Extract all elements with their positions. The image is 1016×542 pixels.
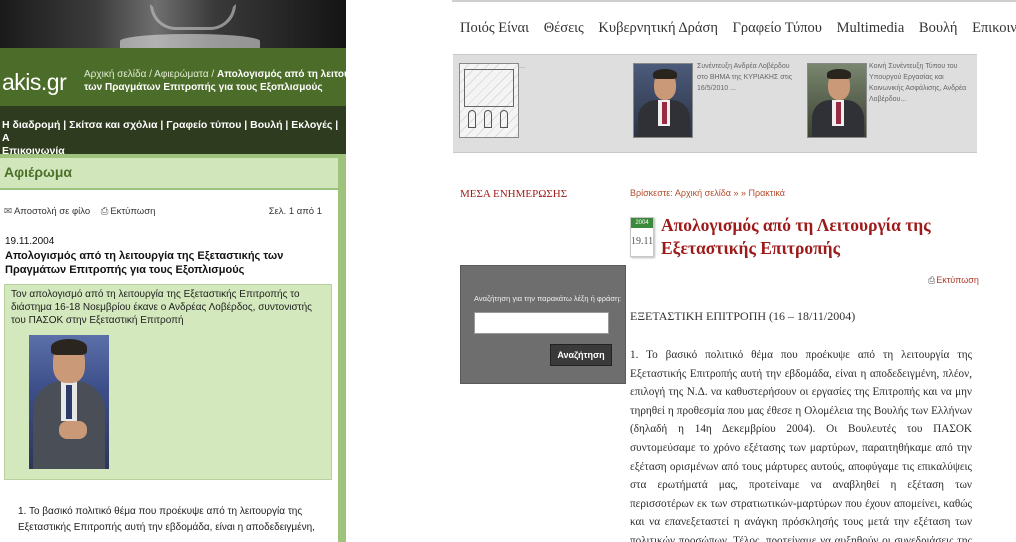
site-logo[interactable]: akis.gr [2,69,67,96]
main-nav: Η διαδρομή | Σκίτσα και σχόλια | Γραφείο… [0,106,346,157]
nav-item-epikoinonia[interactable]: Επικοινωνία [972,20,1016,36]
article-intro: Τον απολογισμό από τη λειτουργία της Εξε… [11,289,312,326]
nav-item-diadromi[interactable]: Η διαδρομή [2,119,60,131]
nav-item-truncated[interactable]: Α [2,132,10,144]
breadcrumb-current-cont: των Πραγμάτων Επιτροπής για τους Εξοπλισ… [84,82,323,93]
print-link[interactable]: ⎙Εκτύπωση [928,275,979,286]
thumbnail-caption[interactable]: Συνέντευξη Ανδρέα Λοβέρδου στο ΒΗΜΑ της … [697,61,797,94]
calendar-icon: 2004 19.11 [630,217,654,257]
calendar-year: 2004 [631,218,653,228]
print-link[interactable]: Εκτύπωση [110,206,155,217]
search-input[interactable] [474,312,609,334]
nav-item-theseis[interactable]: Θέσεις [544,20,584,36]
breadcrumb-current: Απολογισμός από τη λειτουργία [216,69,346,80]
breadcrumb-home[interactable]: Αρχική σελίδα [84,69,146,80]
nav-item-kyvernitiki-drasi[interactable]: Κυβερνητική Δράση [598,20,718,36]
search-label: Αναζήτηση για την παρακάτω λέξη ή φράση: [474,294,622,303]
send-to-friend-icon: ✉ [4,206,12,217]
article-subheading: ΕΞΕΤΑΣΤΙΚΗ ΕΠΙΤΡΟΠΗ (16 – 18/11/2004) [630,309,856,323]
page-info: Σελ. 1 από 1 [268,206,322,217]
nav-item-vouli[interactable]: Βουλή [919,20,958,36]
breadcrumb[interactable]: Βρίσκεστε: Αρχική σελίδα » » Πρακτικά [630,188,785,198]
article-list-item: 1. Το βασικό πολιτικό θέμα που προέκυψε … [18,506,315,533]
article-intro-box: Τον απολογισμό από τη λειτουργία της Εξε… [4,284,332,480]
article-date: 19.11.2004 [5,236,55,247]
article-title: Απολογισμός από τη Λειτουργία της Εξετασ… [661,215,931,258]
speaker-photo [29,335,109,469]
breadcrumb: Αρχική σελίδα / Αφιερώματα / Απολογισμός… [84,68,346,94]
search-panel: Αναζήτηση για την παρακάτω λέξη ή φράση:… [460,265,626,384]
nav-item-poios-einai[interactable]: Ποιός Είναι [460,20,529,36]
main-nav: Ποιός Είναι Θέσεις Κυβερνητική Δράση Γρα… [460,20,1016,44]
print-icon: ⎙ [100,206,109,217]
mustache-shape [120,34,260,48]
interview-thumbnail[interactable] [633,63,693,138]
nav-item-multimedia[interactable]: Multimedia [837,20,905,36]
breadcrumb-section[interactable]: Αφιερώματα [154,69,208,80]
article-tools: ✉ Αποστολή σε φίλο ⎙ Εκτύπωση Σελ. 1 από 1 [4,206,330,217]
nav-item-ekloges[interactable]: Εκλογές [291,119,332,131]
article-content: ✉ Αποστολή σε φίλο ⎙ Εκτύπωση Σελ. 1 από 1… [0,190,338,542]
header-banner-image [0,0,346,48]
thumbnail-caption[interactable]: Κοινή Συνέντευξη Τύπου του Υπουργού Εργα… [869,61,973,105]
nav-item-grafeio-typou[interactable]: Γραφείο Τύπου [733,20,822,36]
send-to-friend-link[interactable]: Αποστολή σε φίλο [14,206,90,217]
window-gap [346,0,452,542]
left-page: akis.gr Αρχική σελίδα / Αφιερώματα / Απο… [0,0,346,542]
print-icon: ⎙ [928,275,936,285]
article-body: 1. Το βασικό πολιτικό θέμα που προέκυψε … [630,349,972,542]
press-conference-thumbnail[interactable] [807,63,867,138]
thumbnail-caption: ... [519,63,525,70]
nav-item-epikoinonia[interactable]: Επικοινωνία [2,145,65,157]
right-page: Ποιός Είναι Θέσεις Κυβερνητική Δράση Γρα… [452,0,1016,542]
nav-item-grafeio-typou[interactable]: Γραφείο τύπου [166,119,241,131]
calendar-day: 19.11 [631,236,654,247]
search-button[interactable]: Αναζήτηση [550,344,612,366]
article-title: Απολογισμός από τη λειτουργία της Εξετασ… [5,250,284,276]
section-title: Αφιέρωμα [0,158,338,188]
featured-media-strip: ... Συνέντευξη Ανδρέα Λοβέρδου στο ΒΗΜΑ … [453,54,977,153]
nav-item-vouli[interactable]: Βουλή [250,119,282,131]
cartoon-thumbnail[interactable] [459,63,519,138]
sidebar-title[interactable]: ΜΕΣΑ ΕΝΗΜΕΡΩΣΗΣ [460,188,567,200]
top-border [452,0,1016,2]
nav-item-skitsa[interactable]: Σκίτσα και σχόλια [69,119,157,131]
glasses-shape [150,4,236,30]
